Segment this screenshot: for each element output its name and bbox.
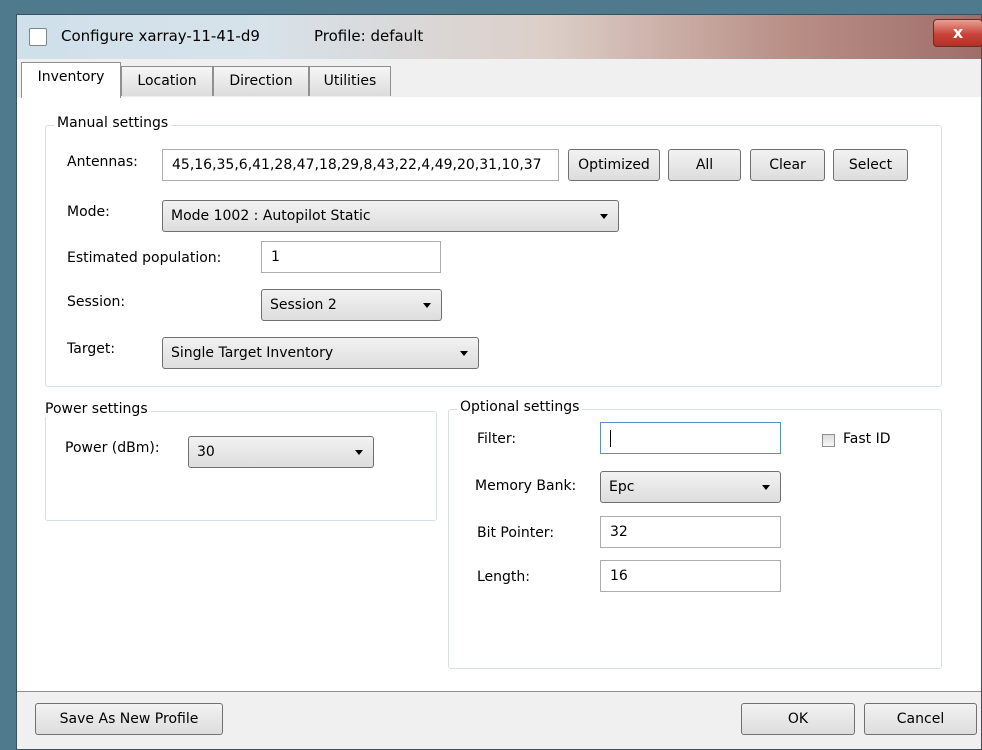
session-select[interactable]: Session 2 (261, 289, 442, 321)
antennas-input[interactable]: 45,16,35,6,41,28,47,18,29,8,43,22,4,49,2… (162, 149, 559, 181)
title-bar[interactable]: Configure xarray-11-41-d9 Profile: defau… (17, 15, 982, 59)
profile-name: Profile: default (314, 27, 424, 45)
ok-button[interactable]: OK (741, 703, 855, 735)
bit-pointer-input[interactable]: 32 (600, 516, 781, 548)
chevron-down-icon (423, 303, 431, 308)
mode-select[interactable]: Mode 1002 : Autopilot Static (162, 200, 619, 232)
population-label: Estimated population: (67, 250, 222, 266)
power-label: Power (dBm): (65, 440, 160, 456)
tab-strip: Inventory Location Direction Utilities (17, 61, 981, 98)
configure-dialog: Configure xarray-11-41-d9 Profile: defau… (16, 14, 982, 750)
power-settings-title: Power settings (45, 401, 151, 417)
chevron-down-icon (460, 351, 468, 356)
chevron-down-icon (355, 450, 363, 455)
tab-inventory[interactable]: Inventory (21, 62, 121, 98)
filter-input[interactable] (600, 422, 781, 454)
session-value: Session 2 (270, 297, 337, 313)
fast-id-checkbox[interactable] (822, 434, 835, 447)
optional-settings-title: Optional settings (457, 399, 583, 415)
window-title: Configure xarray-11-41-d9 (61, 27, 260, 45)
clear-button[interactable]: Clear (750, 149, 825, 181)
close-button[interactable]: x (933, 19, 982, 47)
mode-value: Mode 1002 : Autopilot Static (171, 208, 371, 224)
power-select[interactable]: 30 (188, 436, 374, 468)
all-button[interactable]: All (668, 149, 741, 181)
text-cursor (610, 429, 611, 447)
inventory-panel: Manual settings Antennas: 45,16,35,6,41,… (17, 97, 981, 691)
target-value: Single Target Inventory (171, 345, 334, 361)
tab-direction[interactable]: Direction (213, 66, 309, 96)
target-label: Target: (67, 341, 116, 357)
memory-bank-value: Epc (609, 479, 635, 495)
optimized-button[interactable]: Optimized (568, 149, 660, 181)
cancel-button[interactable]: Cancel (864, 703, 977, 735)
antennas-label: Antennas: (67, 154, 138, 170)
fast-id-label: Fast ID (843, 431, 891, 447)
select-button[interactable]: Select (833, 149, 908, 181)
memory-bank-label: Memory Bank: (475, 478, 577, 494)
memory-bank-select[interactable]: Epc (600, 471, 781, 503)
close-icon: x (952, 23, 964, 42)
chevron-down-icon (762, 485, 770, 490)
mode-label: Mode: (67, 204, 110, 220)
power-value: 30 (197, 444, 215, 460)
session-label: Session: (67, 294, 126, 310)
length-label: Length: (477, 569, 531, 585)
save-as-new-profile-button[interactable]: Save As New Profile (35, 703, 223, 735)
tab-utilities[interactable]: Utilities (309, 66, 391, 96)
population-input[interactable]: 1 (261, 241, 441, 273)
manual-settings-title: Manual settings (54, 115, 172, 131)
footer-divider (17, 691, 981, 692)
app-icon (29, 28, 47, 46)
bit-pointer-label: Bit Pointer: (477, 525, 555, 541)
chevron-down-icon (600, 214, 608, 219)
target-select[interactable]: Single Target Inventory (162, 337, 479, 369)
filter-label: Filter: (477, 431, 517, 447)
tab-location[interactable]: Location (121, 66, 213, 96)
length-input[interactable]: 16 (600, 560, 781, 592)
